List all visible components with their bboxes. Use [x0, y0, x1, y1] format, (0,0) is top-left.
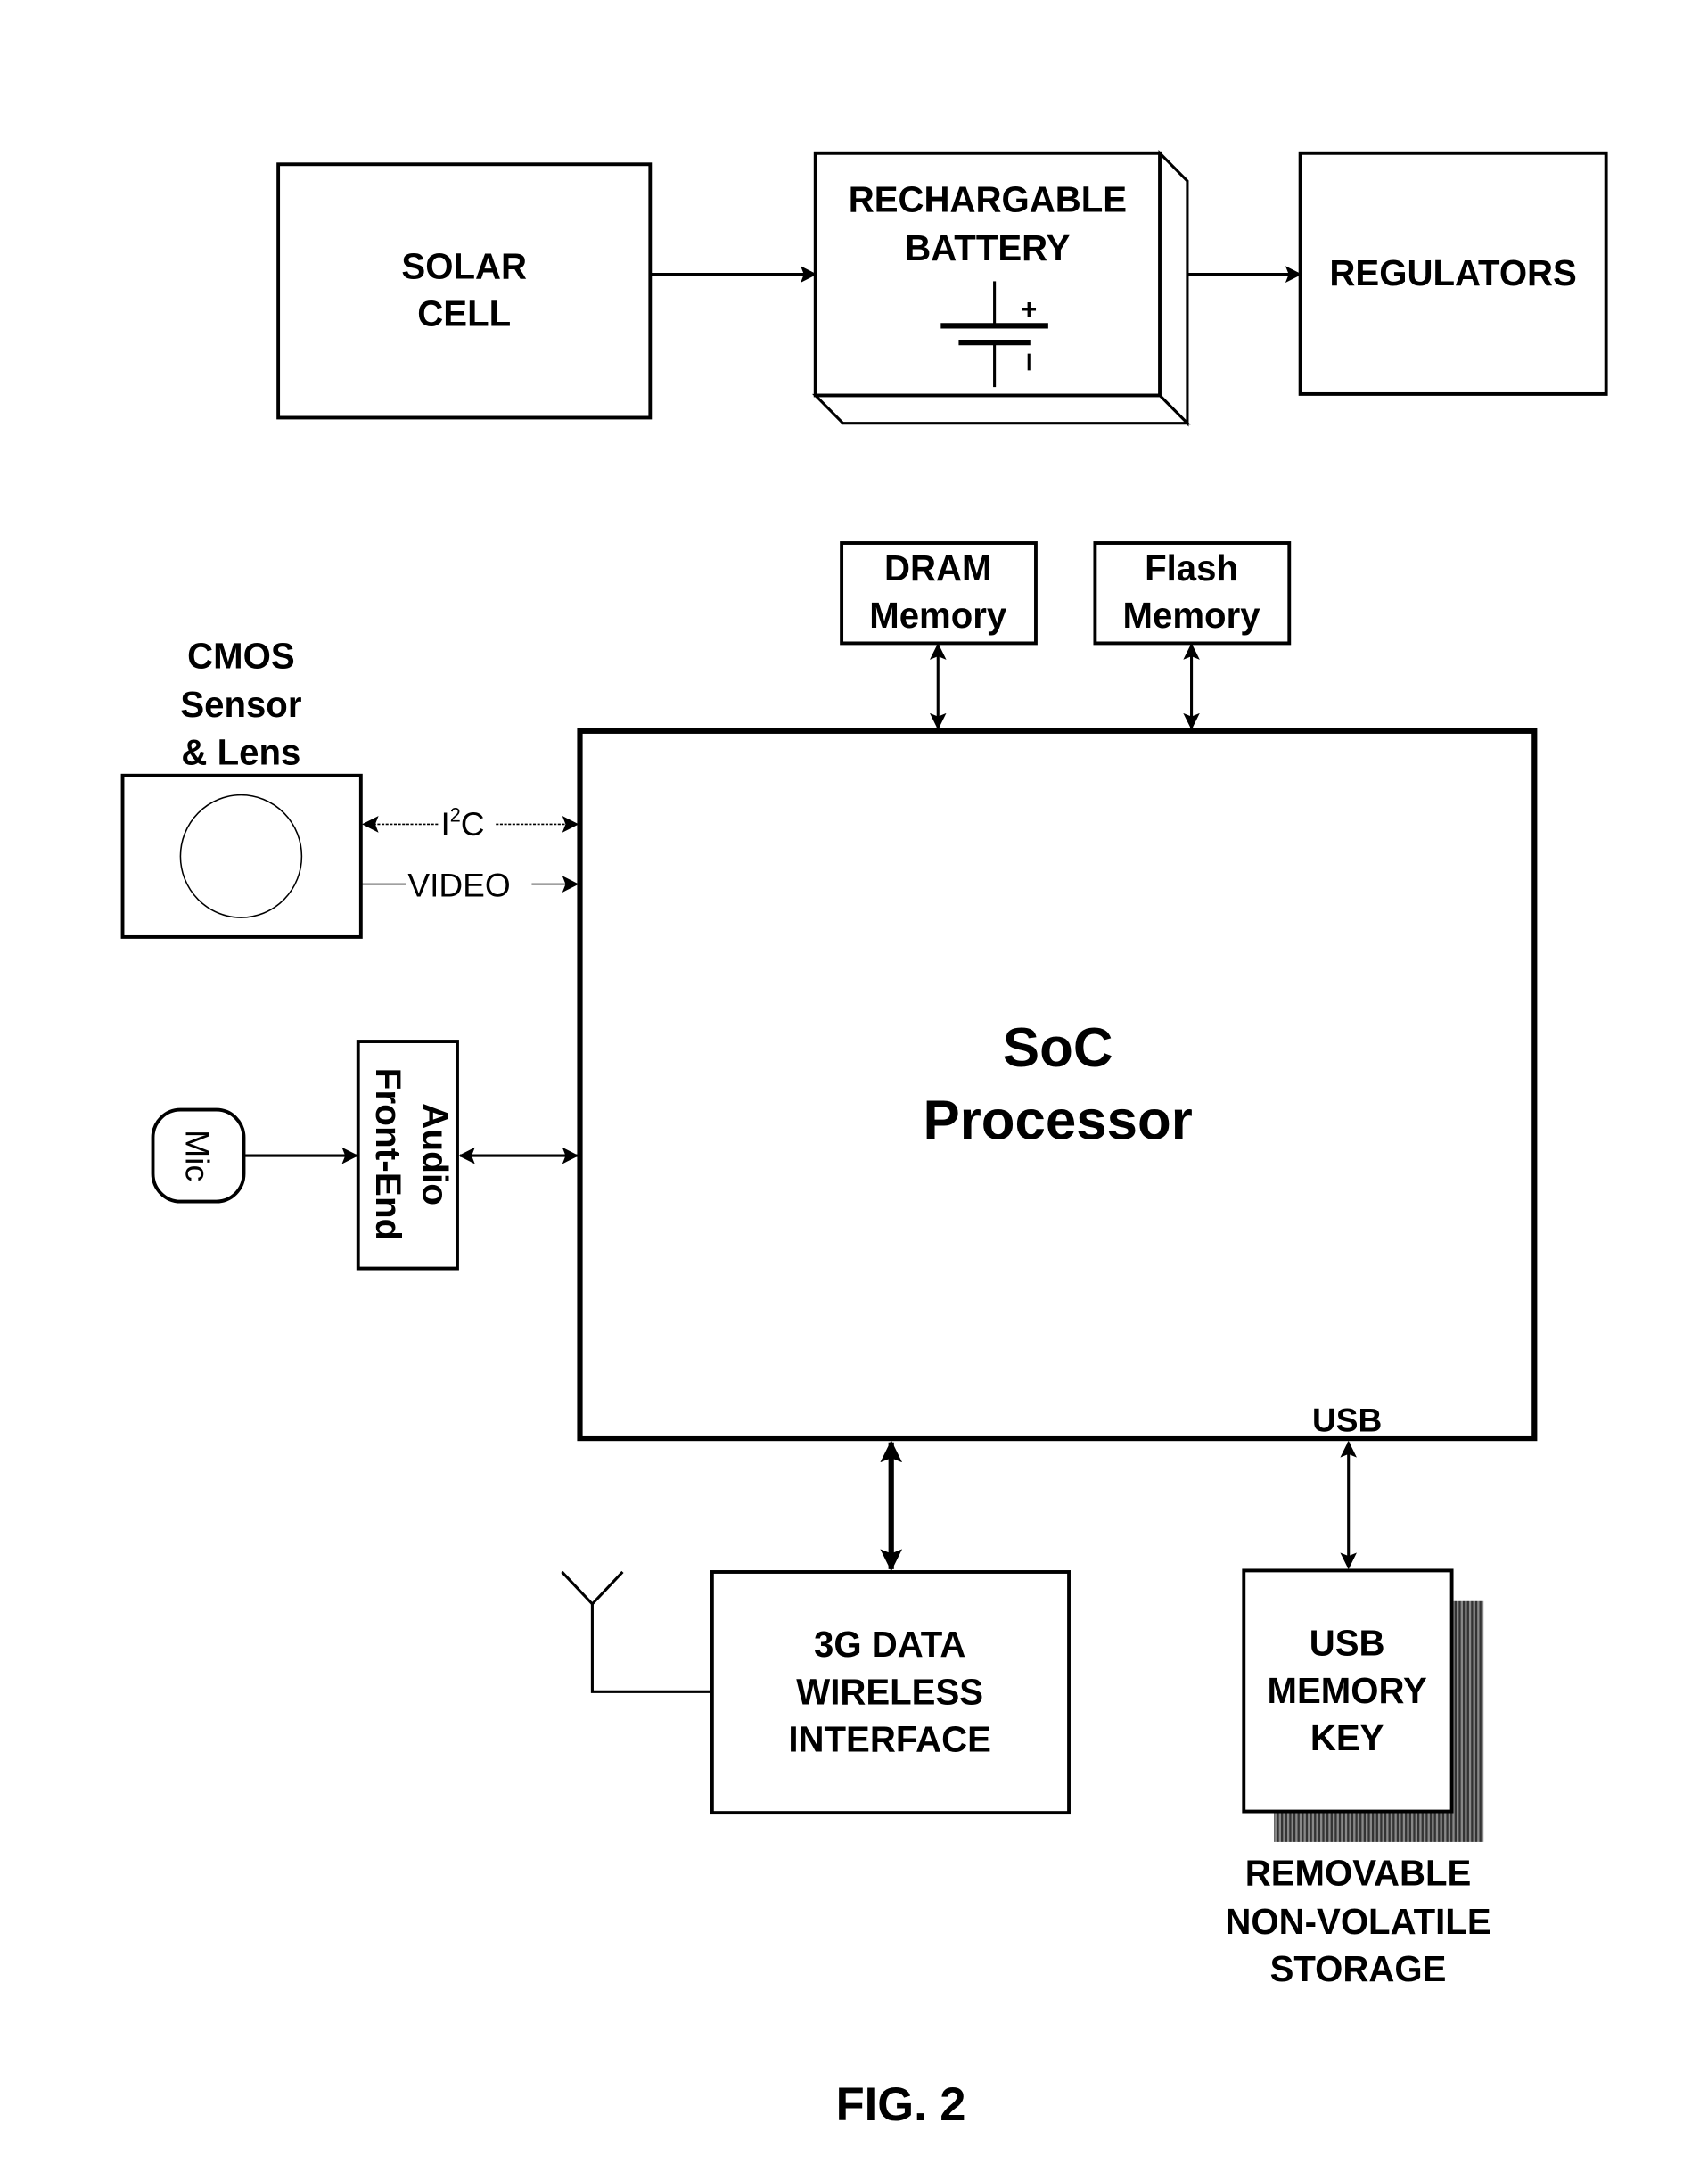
lens-icon: [179, 794, 303, 918]
soc-label-1: SoC: [1003, 1017, 1113, 1079]
soc-processor-block: SoC Processor USB: [577, 728, 1538, 1442]
cmos-title-1: CMOS: [187, 635, 294, 676]
cmos-sensor-block: CMOS Sensor & Lens: [120, 635, 363, 939]
usb-key-label-3: KEY: [1310, 1717, 1384, 1758]
wireless-label-3: INTERFACE: [788, 1718, 991, 1759]
cmos-title-3: & Lens: [181, 731, 300, 772]
dram-label-1: DRAM: [884, 547, 991, 588]
flash-memory-block: Flash Memory: [1093, 541, 1292, 646]
battery-label-2: BATTERY: [905, 227, 1070, 268]
block-diagram: SOLAR CELL RECHARGABLE BATTERY + REGULAT…: [120, 149, 1608, 2131]
usb-key-label-1: USB: [1310, 1622, 1385, 1663]
figure-label: FIG. 2: [836, 2078, 966, 2131]
video-label: VIDEO: [407, 866, 510, 903]
audio-label-2: Front-End: [368, 1068, 409, 1241]
storage-caption-2: NON-VOLATILE: [1225, 1901, 1490, 1942]
soc-usb-port-label: USB: [1312, 1401, 1382, 1438]
battery-bottom-face: [812, 393, 1191, 425]
regulators-block: REGULATORS: [1298, 151, 1608, 396]
dram-memory-block: DRAM Memory: [840, 541, 1038, 646]
solar-cell-label-1: SOLAR: [401, 245, 527, 286]
flash-label-1: Flash: [1145, 547, 1238, 588]
wireless-label-2: WIRELESS: [796, 1671, 983, 1712]
i2c-label: I2C: [440, 803, 484, 843]
solar-cell-block: SOLAR CELL: [276, 162, 653, 420]
battery-side-face: [1158, 149, 1189, 427]
usb-memory-key-block: USB MEMORY KEY: [1242, 1568, 1484, 1842]
mic-label: Mic: [179, 1130, 217, 1181]
wireless-interface-block: 3G DATA WIRELESS INTERFACE: [710, 1570, 1071, 1815]
audio-front-end-block: Audio Front-End: [356, 1040, 459, 1271]
battery-label-1: RECHARGABLE: [849, 178, 1127, 219]
dram-label-2: Memory: [869, 595, 1007, 636]
usb-key-label-2: MEMORY: [1268, 1670, 1427, 1711]
wireless-label-1: 3G DATA: [814, 1624, 965, 1665]
mic-block: Mic: [151, 1107, 246, 1204]
solar-cell-label-2: CELL: [417, 292, 511, 333]
regulators-label: REGULATORS: [1329, 252, 1576, 293]
audio-label-1: Audio: [415, 1103, 456, 1205]
storage-caption-3: STORAGE: [1270, 1948, 1447, 1989]
soc-label-2: Processor: [924, 1090, 1193, 1151]
storage-caption-1: REMOVABLE: [1245, 1852, 1472, 1893]
antenna-icon: [561, 1570, 712, 1693]
cmos-title-2: Sensor: [180, 684, 301, 725]
rechargeable-battery-block: RECHARGABLE BATTERY +: [812, 149, 1191, 427]
flash-label-2: Memory: [1123, 595, 1261, 636]
battery-plus: +: [1021, 293, 1037, 325]
